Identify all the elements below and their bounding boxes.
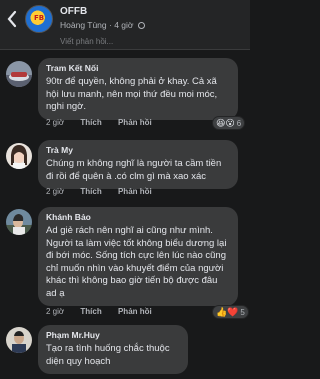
post-author[interactable]: Hoàng Tùng [60, 20, 107, 30]
avatar[interactable] [6, 327, 32, 353]
comment-author[interactable]: Tram Kết Nối [46, 63, 230, 74]
like-button[interactable]: Thích [80, 118, 101, 127]
page-logo[interactable]: FB [25, 5, 53, 33]
reaction-count: 6 [236, 118, 242, 128]
comment-author[interactable]: Trà My [46, 145, 230, 156]
comment-bubble: Tram Kết Nối 90tr để quyền, không phải ở… [38, 58, 238, 120]
like-button[interactable]: Thích [80, 187, 101, 196]
comment-actions: 2 giờ Thích Phản hồi [46, 118, 166, 127]
comment-actions: 2 giờ Thích Phản hồi [46, 307, 166, 316]
comment-author[interactable]: Khánh Bảo [46, 212, 230, 223]
reaction-icons: 😆😮 [216, 118, 235, 128]
comment-actions: 2 giờ Thích Phản hồi [46, 187, 166, 196]
reply-placeholder[interactable]: Viết phản hồi... [60, 37, 113, 46]
comment-author[interactable]: Phạm Mr.Huy [46, 330, 180, 341]
comment-time: 2 giờ [46, 187, 65, 196]
comment-bubble: Phạm Mr.Huy Tạo ra tình huống chắc thuộc… [38, 325, 188, 374]
comment-text: Chúng m không nghĩ là người ta cầm tiền … [46, 158, 222, 182]
post-time: 4 giờ [114, 20, 134, 30]
reaction-summary[interactable]: 😆😮 6 [212, 116, 246, 130]
comment-text: Tạo ra tình huống chắc thuộc diện quy ho… [46, 343, 170, 367]
comment-time: 2 giờ [46, 118, 65, 127]
back-arrow-icon[interactable] [6, 10, 20, 28]
page-name[interactable]: OFFB [60, 6, 87, 17]
reaction-icons: 👍❤️ [216, 307, 239, 317]
avatar[interactable] [6, 61, 32, 87]
reaction-summary[interactable]: 👍❤️ 5 [212, 305, 249, 319]
comment-text: 90tr để quyền, không phải ở khay. Cả xã … [46, 76, 218, 112]
post-header: FB OFFB Hoàng Tùng · 4 giờ Viết phản hồi… [0, 0, 250, 50]
reply-button[interactable]: Phản hồi [118, 307, 152, 316]
like-button[interactable]: Thích [80, 307, 101, 316]
avatar[interactable] [6, 209, 32, 235]
comment-bubble: Khánh Bảo Ad giẻ rách nên nghĩ ai cũng n… [38, 207, 238, 306]
post-meta: Hoàng Tùng · 4 giờ [60, 20, 145, 30]
globe-icon [137, 22, 145, 29]
comment-text: Ad giẻ rách nên nghĩ ai cũng như mình. N… [46, 225, 227, 299]
reply-button[interactable]: Phản hồi [118, 118, 152, 127]
page-logo-text: FB [33, 14, 45, 22]
avatar[interactable] [6, 143, 32, 169]
reply-button[interactable]: Phản hồi [118, 187, 152, 196]
comment-bubble: Trà My Chúng m không nghĩ là người ta cầ… [38, 140, 238, 189]
comment-time: 2 giờ [46, 307, 65, 316]
reaction-count: 5 [240, 307, 245, 317]
